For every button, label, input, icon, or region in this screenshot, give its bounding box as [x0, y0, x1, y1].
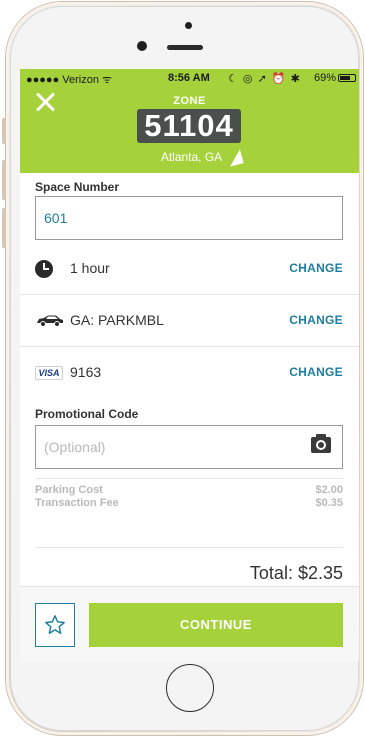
transaction-fee-line: Transaction Fee $0.35	[35, 497, 343, 510]
zone-location: Atlanta, GA	[20, 149, 359, 167]
duration-value: 1 hour	[70, 260, 110, 276]
clock-icon	[35, 260, 53, 278]
parking-cost-amount: $2.00	[315, 484, 343, 496]
mute-switch	[2, 118, 6, 144]
promo-code-field[interactable]: (Optional)	[35, 425, 343, 469]
divider	[35, 478, 343, 479]
transaction-fee-label: Transaction Fee	[35, 497, 119, 509]
duration-row: 1 hour CHANGE	[20, 243, 359, 295]
status-time: 8:56 AM	[168, 72, 210, 84]
space-number-label: Space Number	[35, 180, 120, 194]
car-icon	[37, 315, 63, 327]
card-last-digits: 9163	[70, 364, 102, 380]
vehicle-value: GA: PARKMBL	[70, 312, 164, 328]
home-button[interactable]	[166, 664, 214, 712]
zone-number: 51104	[137, 109, 241, 143]
earpiece-speaker	[167, 45, 203, 50]
total-amount: Total: $2.35	[249, 563, 343, 583]
transaction-fee-amount: $0.35	[315, 497, 343, 509]
visa-card-icon: VISA	[35, 366, 63, 380]
zone-label: ZONE	[173, 95, 206, 107]
payment-row: VISA 9163 CHANGE	[20, 347, 359, 399]
promo-code-label: Promotional Code	[35, 407, 139, 421]
battery-percent: 69%	[314, 72, 337, 84]
app-screen: ●●●●● Verizon ᯤ 8:56 AM ☾ ◎ ➚ ⏰ ✱ 69% ZO…	[20, 69, 359, 661]
change-vehicle-button[interactable]: CHANGE	[289, 313, 343, 327]
parking-cost-label: Parking Cost	[35, 484, 103, 496]
status-bar: ●●●●● Verizon ᯤ 8:56 AM ☾ ◎ ➚ ⏰ ✱ 69%	[20, 69, 359, 87]
change-duration-button[interactable]: CHANGE	[289, 261, 343, 275]
continue-button[interactable]: CONTINUE	[89, 603, 343, 647]
proximity-sensor	[137, 41, 147, 51]
star-icon	[45, 615, 65, 634]
cost-breakdown: Parking Cost $2.00 Transaction Fee $0.35	[35, 484, 343, 510]
space-number-field[interactable]: 601	[35, 196, 343, 240]
change-payment-button[interactable]: CHANGE	[289, 365, 343, 379]
camera-icon[interactable]	[311, 434, 331, 453]
city-label: Atlanta, GA	[160, 150, 223, 164]
front-camera	[185, 22, 192, 29]
divider	[35, 547, 343, 548]
volume-down-button	[2, 208, 6, 248]
zone-header: ●●●●● Verizon ᯤ 8:56 AM ☾ ◎ ➚ ⏰ ✱ 69% ZO…	[20, 69, 359, 173]
favorite-button[interactable]	[35, 603, 75, 647]
vehicle-row: GA: PARKMBL CHANGE	[20, 295, 359, 347]
action-footer: CONTINUE	[20, 586, 359, 661]
carrier-label: ●●●●● Verizon ᯤ	[26, 74, 113, 86]
promo-code-placeholder: (Optional)	[44, 439, 106, 455]
battery-icon	[338, 74, 356, 82]
location-arrow-icon	[226, 149, 244, 167]
volume-up-button	[2, 160, 6, 200]
parking-cost-line: Parking Cost $2.00	[35, 484, 343, 497]
status-icons: ☾ ◎ ➚ ⏰ ✱	[228, 73, 301, 85]
